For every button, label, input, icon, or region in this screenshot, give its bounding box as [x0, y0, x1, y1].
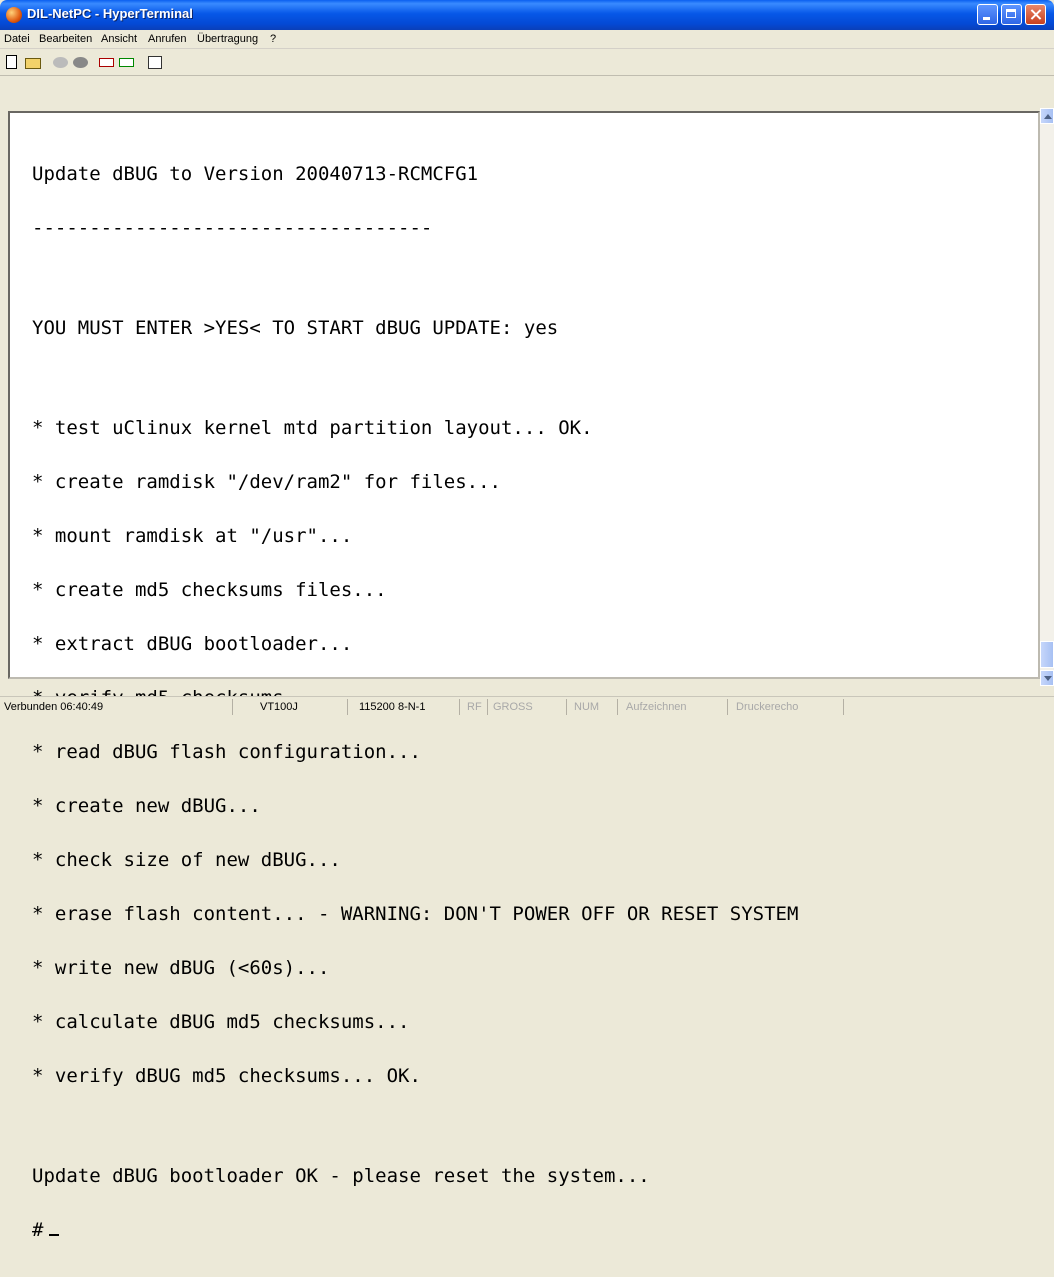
disconnect-button[interactable] — [72, 53, 90, 71]
step-line: * mount ramdisk at "/usr"... — [32, 525, 353, 547]
hang-up-icon — [73, 57, 88, 68]
terminal-result: Update dBUG bootloader OK - please reset… — [32, 1165, 650, 1187]
scroll-thumb[interactable] — [1040, 641, 1054, 668]
step-line: * write new dBUG (<60s)... — [32, 957, 330, 979]
call-button[interactable] — [52, 53, 70, 71]
terminal-header: Update dBUG to Version 20040713-RCMCFG1 — [32, 163, 479, 185]
open-button[interactable] — [24, 53, 42, 71]
menu-bar: Datei Bearbeiten Ansicht Anrufen Übertra… — [0, 30, 1054, 49]
new-document-icon — [6, 55, 17, 69]
terminal-window[interactable]: Update dBUG to Version 20040713-RCMCFG1 … — [8, 111, 1040, 1240]
step-line: * extract dBUG bootloader... — [32, 633, 353, 655]
vertical-scrollbar[interactable] — [1040, 108, 1054, 686]
close-button[interactable] — [1025, 4, 1046, 25]
minimize-button[interactable] — [977, 4, 998, 25]
terminal-prompt: YOU MUST ENTER >YES< TO START dBUG UPDAT… — [32, 317, 559, 339]
menu-uebertragung[interactable]: Übertragung — [197, 33, 258, 45]
scroll-down-button[interactable] — [1040, 670, 1054, 686]
step-line: * create ramdisk "/dev/ram2" for files..… — [32, 471, 501, 493]
toolbar — [0, 49, 1054, 76]
status-connected: Verbunden 06:40:49 — [4, 701, 104, 713]
status-print: Druckerecho — [736, 701, 799, 713]
step-line: * read dBUG flash configuration... — [32, 741, 421, 763]
step-line: * erase flash content... - WARNING: DON'… — [32, 903, 799, 925]
status-rf: RF — [467, 701, 482, 713]
shell-prompt: # — [32, 1219, 44, 1241]
step-line: * verify dBUG md5 checksums... OK. — [32, 1065, 421, 1087]
status-settings: 115200 8-N-1 — [359, 701, 426, 713]
maximize-button[interactable] — [1001, 4, 1022, 25]
step-line: * check size of new dBUG... — [32, 849, 341, 871]
send-button[interactable] — [98, 53, 116, 71]
step-line: * create md5 checksums files... — [32, 579, 387, 601]
send-file-icon — [99, 58, 114, 67]
window-title: DIL-NetPC - HyperTerminal — [27, 6, 193, 21]
step-line: * test uClinux kernel mtd partition layo… — [32, 417, 593, 439]
phone-icon — [53, 57, 68, 68]
receive-file-icon — [119, 58, 134, 67]
shell-prompt-line: # — [32, 1219, 798, 1241]
menu-help[interactable]: ? — [270, 33, 276, 45]
title-bar[interactable]: DIL-NetPC - HyperTerminal — [0, 0, 1054, 30]
step-line: * create new dBUG... — [32, 795, 261, 817]
status-bar: Verbunden 06:40:49 VT100J 115200 8-N-1 R… — [0, 696, 1054, 717]
text-cursor — [49, 1234, 60, 1236]
properties-icon — [148, 56, 162, 69]
hyperterminal-app-icon[interactable] — [6, 7, 22, 23]
menu-bearbeiten[interactable]: Bearbeiten — [39, 33, 92, 45]
new-connection-button[interactable] — [4, 53, 22, 71]
status-emulation: VT100J — [260, 701, 298, 713]
properties-button[interactable] — [146, 53, 164, 71]
menu-ansicht[interactable]: Ansicht — [101, 33, 137, 45]
status-capture: Aufzeichnen — [626, 701, 687, 713]
status-num: NUM — [574, 701, 600, 713]
receive-button[interactable] — [118, 53, 136, 71]
status-caps: GROSS — [493, 701, 533, 713]
terminal-underline: ----------------------------------- — [32, 217, 433, 239]
step-line: * calculate dBUG md5 checksums... — [32, 1011, 410, 1033]
menu-anrufen[interactable]: Anrufen — [148, 33, 187, 45]
folder-icon — [25, 58, 41, 69]
scroll-up-button[interactable] — [1040, 108, 1054, 124]
menu-datei[interactable]: Datei — [4, 33, 30, 45]
